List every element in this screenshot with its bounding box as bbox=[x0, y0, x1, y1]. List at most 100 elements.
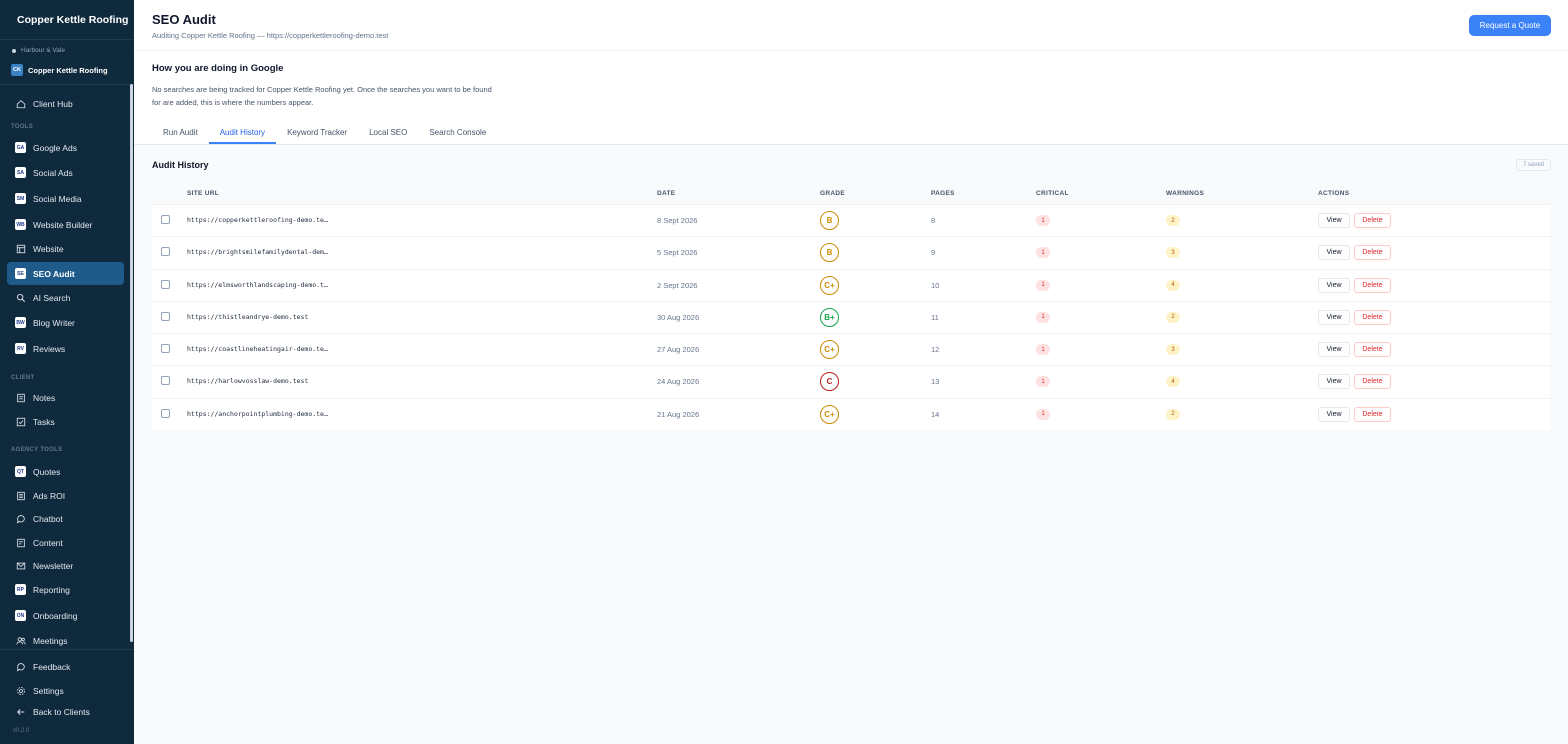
site-url: https://anchorpointplumbing-demo.te… bbox=[187, 409, 328, 418]
tab-search-console[interactable]: Search Console bbox=[418, 122, 497, 144]
view-button[interactable]: View bbox=[1318, 213, 1350, 228]
sidebar-scrollbar[interactable] bbox=[130, 84, 133, 642]
sidebar-item-reporting[interactable]: RP Reporting bbox=[7, 578, 124, 601]
site-url: https://coastlineheatingair-demo.te… bbox=[187, 345, 328, 354]
row-checkbox[interactable] bbox=[161, 376, 170, 386]
layout-icon bbox=[15, 243, 26, 254]
pages-count: 10 bbox=[931, 280, 940, 290]
critical-badge: 1 bbox=[1036, 279, 1050, 291]
row-checkbox[interactable] bbox=[161, 279, 170, 289]
social-ads-icon: SA bbox=[15, 167, 26, 178]
request-quote-button[interactable]: Request a Quote bbox=[1469, 15, 1551, 36]
sidebar-item-onboarding[interactable]: ON Onboarding bbox=[7, 604, 124, 627]
sidebar-item-label: Notes bbox=[33, 392, 56, 403]
pages-count: 8 bbox=[931, 216, 936, 225]
sidebar-item-label: Content bbox=[33, 537, 63, 548]
delete-button[interactable]: Delete bbox=[1354, 374, 1391, 390]
page-header: SEO Audit Auditing Copper Kettle Roofing… bbox=[134, 0, 1568, 145]
sidebar-item-label: Reviews bbox=[33, 343, 66, 354]
sidebar-item-quotes[interactable]: QT Quotes bbox=[7, 460, 124, 483]
sidebar-item-label: Social Media bbox=[33, 193, 82, 204]
google-ads-icon: GA bbox=[15, 142, 26, 153]
grade-badge: C+ bbox=[820, 275, 839, 295]
view-button[interactable]: View bbox=[1318, 309, 1350, 325]
sidebar-item-label: Reporting bbox=[33, 584, 70, 595]
table-row: https://copperkettleroofing-demo.te… 8 S… bbox=[152, 204, 1550, 237]
view-button[interactable]: View bbox=[1318, 342, 1350, 358]
ads-roi-icon bbox=[15, 490, 26, 501]
sidebar-item-label: Chatbot bbox=[33, 513, 63, 524]
main-content: SEO Audit Auditing Copper Kettle Roofing… bbox=[134, 0, 1568, 744]
sidebar-item-label: Website bbox=[33, 243, 64, 254]
tab-keyword-tracker[interactable]: Keyword Tracker bbox=[276, 122, 358, 144]
reporting-icon: RP bbox=[15, 584, 26, 595]
feedback-icon bbox=[15, 661, 26, 672]
tab-local-seo[interactable]: Local SEO bbox=[358, 122, 418, 144]
sidebar-item-tasks[interactable]: Tasks bbox=[7, 410, 124, 433]
page-title: SEO Audit bbox=[152, 12, 216, 27]
view-button[interactable]: View bbox=[1318, 245, 1350, 261]
delete-button[interactable]: Delete bbox=[1354, 213, 1391, 228]
delete-button[interactable]: Delete bbox=[1354, 309, 1391, 325]
audit-history-title: Audit History bbox=[152, 160, 209, 170]
grade-badge: B bbox=[820, 211, 839, 230]
critical-badge: 1 bbox=[1036, 247, 1050, 259]
sidebar-item-client-hub[interactable]: Client Hub bbox=[7, 92, 124, 115]
sidebar-item-feedback[interactable]: Feedback bbox=[7, 655, 124, 678]
sidebar-item-social-ads[interactable]: SA Social Ads bbox=[7, 161, 124, 184]
sidebar-item-blog-writer[interactable]: BW Blog Writer bbox=[7, 311, 124, 334]
view-button[interactable]: View bbox=[1318, 277, 1350, 293]
version-label: v0.2.0 bbox=[13, 728, 30, 734]
sidebar-item-label: Quotes bbox=[33, 466, 61, 477]
sidebar-item-seo-audit[interactable]: SE SEO Audit bbox=[7, 262, 124, 285]
warnings-badge: 2 bbox=[1166, 311, 1180, 323]
delete-button[interactable]: Delete bbox=[1354, 342, 1391, 358]
row-checkbox[interactable] bbox=[161, 344, 170, 354]
agency-selector[interactable]: Harbour & Vale bbox=[12, 47, 65, 54]
view-button[interactable]: View bbox=[1318, 374, 1350, 390]
brand[interactable]: Copper Kettle Roofing bbox=[0, 0, 134, 40]
page-subtitle: Auditing Copper Kettle Roofing — https:/… bbox=[152, 31, 389, 40]
sidebar-item-label: Back to Clients bbox=[33, 706, 90, 717]
sidebar-item-reviews[interactable]: RV Reviews bbox=[7, 337, 124, 360]
view-button[interactable]: View bbox=[1318, 406, 1350, 422]
sidebar-item-google-ads[interactable]: GA Google Ads bbox=[7, 136, 124, 159]
sidebar-item-social-media[interactable]: SM Social Media bbox=[7, 187, 124, 210]
sidebar-item-newsletter[interactable]: Newsletter bbox=[7, 554, 124, 577]
delete-button[interactable]: Delete bbox=[1354, 245, 1391, 261]
sidebar-item-label: SEO Audit bbox=[33, 268, 75, 279]
sidebar-item-chatbot[interactable]: Chatbot bbox=[7, 507, 124, 530]
sidebar-item-ads-roi[interactable]: Ads ROI bbox=[7, 484, 124, 507]
row-checkbox[interactable] bbox=[161, 311, 170, 321]
audit-date: 5 Sept 2026 bbox=[657, 248, 698, 258]
row-checkbox[interactable] bbox=[161, 215, 170, 224]
delete-button[interactable]: Delete bbox=[1354, 277, 1391, 293]
tab-audit-history[interactable]: Audit History bbox=[208, 122, 277, 144]
website-builder-icon: WB bbox=[15, 219, 26, 230]
tab-run-audit[interactable]: Run Audit bbox=[152, 122, 209, 144]
table-header: SITE URL DATE GRADE PAGES CRITICAL WARNI… bbox=[152, 186, 1550, 204]
sidebar-item-label: Newsletter bbox=[33, 560, 74, 571]
blog-writer-icon: BW bbox=[15, 317, 26, 328]
sidebar-item-notes[interactable]: Notes bbox=[7, 386, 124, 409]
sidebar-item-label: Onboarding bbox=[33, 610, 78, 621]
back-to-clients-link[interactable]: Back to Clients bbox=[7, 700, 124, 723]
audit-history-table: SITE URL DATE GRADE PAGES CRITICAL WARNI… bbox=[152, 186, 1550, 431]
sidebar-item-ai-search[interactable]: AI Search bbox=[7, 286, 124, 309]
warnings-badge: 4 bbox=[1166, 279, 1180, 291]
sidebar-item-website-builder[interactable]: WB Website Builder bbox=[7, 213, 124, 236]
client-selector[interactable]: CK Copper Kettle Roofing bbox=[11, 64, 108, 76]
row-checkbox[interactable] bbox=[161, 408, 170, 418]
table-row: https://brightsmilefamilydental-dem… 5 S… bbox=[152, 236, 1550, 269]
delete-button[interactable]: Delete bbox=[1354, 406, 1391, 422]
pages-count: 13 bbox=[931, 377, 940, 387]
sidebar-item-settings[interactable]: Settings bbox=[7, 679, 124, 702]
warnings-badge: 3 bbox=[1166, 247, 1180, 259]
divider bbox=[0, 649, 134, 650]
saved-count-badge: 7 saved bbox=[1515, 159, 1551, 171]
sidebar-item-website[interactable]: Website bbox=[7, 237, 124, 260]
row-checkbox[interactable] bbox=[161, 247, 170, 257]
onboarding-icon: ON bbox=[15, 610, 26, 621]
sidebar-item-label: Settings bbox=[33, 685, 64, 696]
sidebar-item-content[interactable]: Content bbox=[7, 531, 124, 554]
